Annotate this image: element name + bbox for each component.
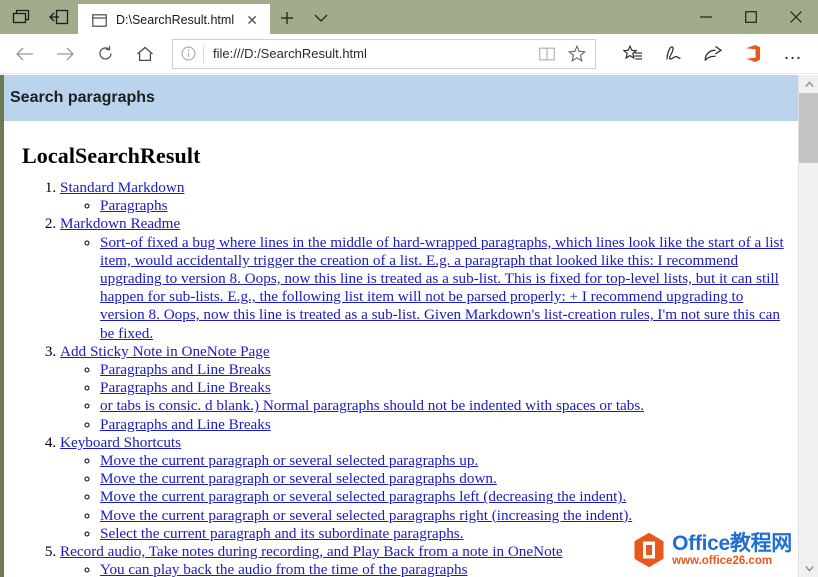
refresh-button[interactable] xyxy=(86,37,124,71)
sub-result-link[interactable]: Select the current paragraph and its sub… xyxy=(100,525,464,542)
sub-list: Paragraphs xyxy=(60,197,790,215)
office-icon[interactable] xyxy=(734,37,772,71)
result-link[interactable]: Add Sticky Note in OneNote Page xyxy=(60,343,270,360)
list-item: Keyboard Shortcuts Move the current para… xyxy=(60,434,790,543)
address-bar[interactable]: file:///D:/SearchResult.html xyxy=(172,39,596,69)
sub-result-link[interactable]: Move the current paragraph or several se… xyxy=(100,488,626,505)
list-item: Paragraphs and Line Breaks xyxy=(100,361,790,379)
set-tabs-aside-icon[interactable] xyxy=(46,4,72,30)
scroll-down-arrow-icon[interactable] xyxy=(799,559,818,577)
result-link[interactable]: Keyboard Shortcuts xyxy=(60,434,181,451)
list-item: or tabs is consic. d blank.) Normal para… xyxy=(100,397,790,415)
list-item: Select the current paragraph and its sub… xyxy=(100,525,790,543)
close-tab-icon[interactable]: ✕ xyxy=(242,10,262,30)
page-icon xyxy=(90,11,108,29)
home-icon[interactable] xyxy=(126,37,164,71)
result-link[interactable]: Standard Markdown xyxy=(60,179,184,196)
list-item: Paragraphs and Line Breaks xyxy=(100,416,790,434)
sub-result-link[interactable]: or tabs is consic. d blank.) Normal para… xyxy=(100,397,644,414)
window-controls xyxy=(683,0,818,34)
page-header-title: Search paragraphs xyxy=(10,89,155,107)
sub-result-link[interactable]: Move the current paragraph or several se… xyxy=(100,470,497,487)
list-item: Move the current paragraph or several se… xyxy=(100,452,790,470)
list-item: Move the current paragraph or several se… xyxy=(100,470,790,488)
search-result-list: Standard Markdown Paragraphs Markdown Re… xyxy=(12,179,790,577)
list-item: Paragraphs xyxy=(100,197,790,215)
new-tab-button[interactable] xyxy=(270,2,304,34)
share-icon[interactable] xyxy=(694,37,732,71)
minimize-button[interactable] xyxy=(683,0,728,34)
scrollbar-thumb[interactable] xyxy=(799,93,818,163)
sub-result-link[interactable]: You can play back the audio from the tim… xyxy=(100,561,468,577)
sub-result-link[interactable]: Move the current paragraph or several se… xyxy=(100,452,478,469)
sub-list: You can play back the audio from the tim… xyxy=(60,561,790,577)
star-icon[interactable] xyxy=(562,40,592,68)
list-item: Record audio, Take notes during recordin… xyxy=(60,543,790,577)
address-actions xyxy=(532,40,595,68)
list-item: Move the current paragraph or several se… xyxy=(100,488,790,506)
back-button[interactable] xyxy=(6,37,44,71)
page-content: LocalSearchResult Standard Markdown Para… xyxy=(4,121,798,577)
browser-toolbar: … xyxy=(614,37,812,71)
list-item: Markdown Readme Sort-of fixed a bug wher… xyxy=(60,215,790,342)
settings-more-icon[interactable]: … xyxy=(774,37,812,71)
sub-result-link[interactable]: Paragraphs and Line Breaks xyxy=(100,379,271,396)
list-item: Move the current paragraph or several se… xyxy=(100,507,790,525)
list-item: You can play back the audio from the tim… xyxy=(100,561,790,577)
browser-tab[interactable]: D:\SearchResult.html ✕ xyxy=(78,4,270,36)
result-link[interactable]: Markdown Readme xyxy=(60,215,180,232)
tab-title: D:\SearchResult.html xyxy=(116,13,234,27)
forward-button[interactable] xyxy=(46,37,84,71)
page-viewport: Search paragraphs LocalSearchResult Stan… xyxy=(0,75,818,577)
sub-result-link[interactable]: Paragraphs and Line Breaks xyxy=(100,416,271,433)
scroll-up-arrow-icon[interactable] xyxy=(799,75,818,93)
reading-view-icon[interactable] xyxy=(532,40,562,68)
browser-window: D:\SearchResult.html ✕ xyxy=(0,0,818,577)
hub-icon[interactable] xyxy=(614,37,652,71)
tab-list-chevron-down-icon[interactable] xyxy=(304,2,338,34)
page-scrollbar[interactable] xyxy=(798,75,818,577)
address-input[interactable]: file:///D:/SearchResult.html xyxy=(204,46,532,61)
sub-list: Paragraphs and Line Breaks Paragraphs an… xyxy=(60,361,790,434)
sub-result-link[interactable]: Sort-of fixed a bug where lines in the m… xyxy=(100,234,784,342)
list-item: Paragraphs and Line Breaks xyxy=(100,379,790,397)
page-title: LocalSearchResult xyxy=(22,143,790,169)
maximize-button[interactable] xyxy=(728,0,773,34)
web-note-icon[interactable] xyxy=(654,37,692,71)
page-header-banner: Search paragraphs xyxy=(4,75,798,121)
navigation-bar: file:///D:/SearchResult.html xyxy=(0,34,818,74)
tab-preview-icon[interactable] xyxy=(8,4,34,30)
sub-list: Sort-of fixed a bug where lines in the m… xyxy=(60,234,790,343)
list-item: Standard Markdown Paragraphs xyxy=(60,179,790,215)
title-bar: D:\SearchResult.html ✕ xyxy=(0,0,818,34)
titlebar-left-icons xyxy=(0,0,72,34)
result-link[interactable]: Record audio, Take notes during recordin… xyxy=(60,543,563,560)
sub-result-link[interactable]: Move the current paragraph or several se… xyxy=(100,507,632,524)
sub-list: Move the current paragraph or several se… xyxy=(60,452,790,543)
list-item: Sort-of fixed a bug where lines in the m… xyxy=(100,234,790,343)
sub-result-link[interactable]: Paragraphs and Line Breaks xyxy=(100,361,271,378)
close-window-button[interactable] xyxy=(773,0,818,34)
info-icon[interactable] xyxy=(173,40,203,68)
sub-result-link[interactable]: Paragraphs xyxy=(100,197,167,214)
list-item: Add Sticky Note in OneNote Page Paragrap… xyxy=(60,343,790,434)
